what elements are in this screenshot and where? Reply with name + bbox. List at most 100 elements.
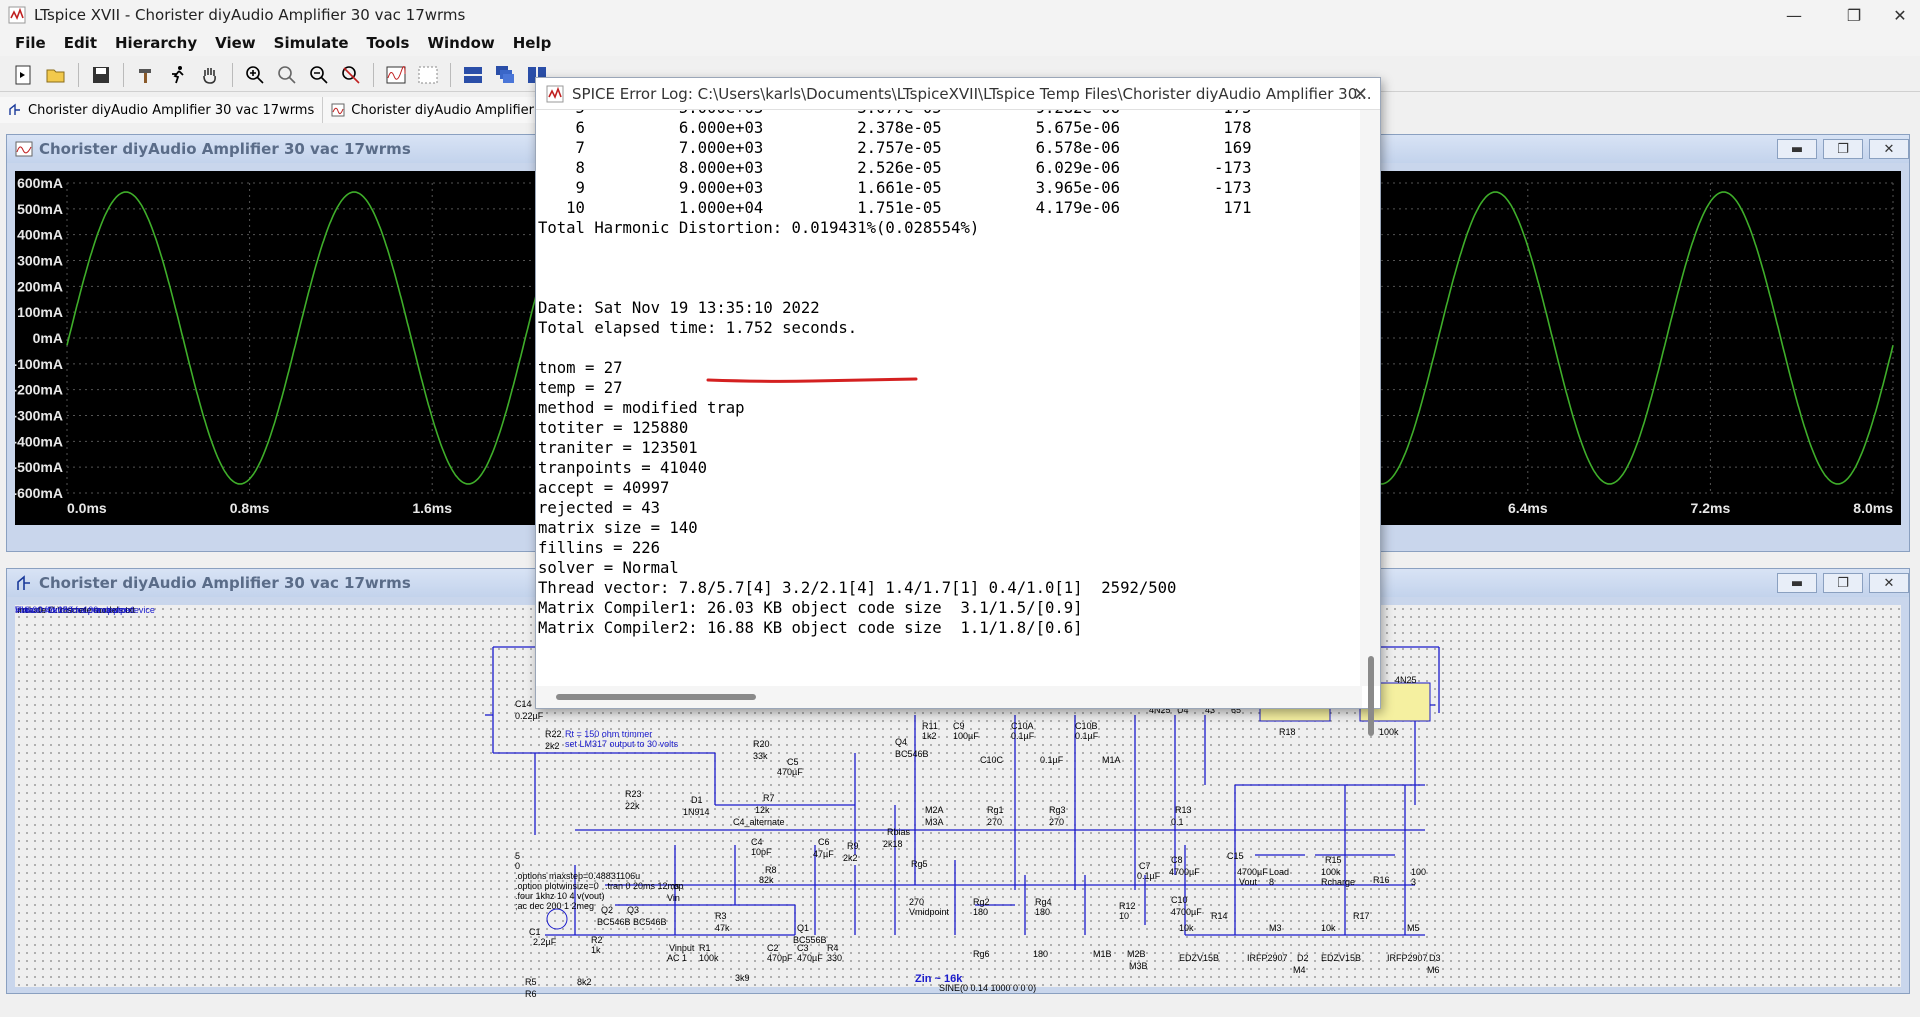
schematic-label[interactable]: M1A (1102, 755, 1121, 765)
control-panel-button[interactable] (132, 61, 160, 89)
schematic-label[interactable]: 10k (1179, 923, 1194, 933)
schematic-label[interactable]: 470µF (797, 953, 823, 963)
menu-hierarchy[interactable]: Hierarchy (106, 34, 206, 52)
schematic-label[interactable]: 0.1µF (1075, 731, 1098, 741)
schematic-label[interactable]: D3 (1429, 953, 1441, 963)
schematic-label[interactable]: R13 (1175, 805, 1192, 815)
close-button[interactable]: ✕ (1870, 0, 1920, 30)
schematic-label[interactable]: M3B (1129, 961, 1148, 971)
schematic-label[interactable]: C10A (1011, 721, 1034, 731)
error-log-vertical-scrollbar[interactable] (1360, 110, 1380, 736)
tile-horizontal-button[interactable] (459, 61, 487, 89)
cascade-button[interactable] (491, 61, 519, 89)
schematic-label[interactable]: Rbias (887, 827, 910, 837)
delete-trace-button[interactable] (414, 61, 442, 89)
schematic-label[interactable]: R4 (827, 943, 839, 953)
horizontal-scroll-thumb[interactable] (556, 694, 756, 700)
schematic-restore-button[interactable]: ❐ (1823, 573, 1863, 593)
schematic-label[interactable]: 470pF (767, 953, 793, 963)
open-button[interactable] (42, 61, 70, 89)
plot-restore-button[interactable]: ❐ (1823, 139, 1863, 159)
schematic-label[interactable]: .options maxstep=0.48831106u (515, 871, 640, 881)
schematic-label[interactable]: R17 (1353, 911, 1370, 921)
schematic-label[interactable]: R2 (591, 935, 603, 945)
schematic-label[interactable]: C7 (1139, 861, 1151, 871)
schematic-label[interactable]: 0.1µF (1040, 755, 1063, 765)
schematic-label[interactable]: C14 (515, 699, 532, 709)
schematic-label[interactable]: .option plotwinsize=0 (515, 881, 599, 891)
schematic-label[interactable]: set LM317 output to 30 volts (565, 739, 678, 749)
schematic-label[interactable]: R8 (765, 865, 777, 875)
menu-edit[interactable]: Edit (55, 34, 106, 52)
schematic-label[interactable]: = 4k00 for 050ma per device (15, 605, 129, 615)
vertical-scroll-thumb[interactable] (1368, 656, 1374, 736)
schematic-label[interactable]: 10k (1321, 923, 1336, 933)
schematic-label[interactable]: 100 (1411, 867, 1426, 877)
schematic-label[interactable]: Load (1269, 867, 1289, 877)
schematic-label[interactable]: 270 (1049, 817, 1064, 827)
schematic-label[interactable]: 470µF (777, 767, 803, 777)
schematic-label[interactable]: Q4 (895, 737, 907, 747)
schematic-label[interactable]: R22 (545, 729, 562, 739)
schematic-label[interactable]: Q2 (601, 905, 613, 915)
schematic-label[interactable]: EDZV15B (1179, 953, 1219, 963)
schematic-label[interactable]: 10pF (751, 847, 772, 857)
schematic-label[interactable]: 4N25 (1395, 675, 1417, 685)
save-button[interactable] (87, 61, 115, 89)
schematic-label[interactable]: BC546B (633, 917, 667, 927)
schematic-label[interactable]: AC 1 (667, 953, 687, 963)
schematic-label[interactable]: 0.1µF (1011, 731, 1034, 741)
new-schematic-button[interactable] (10, 61, 38, 89)
zoom-fit-button[interactable] (273, 61, 301, 89)
menu-help[interactable]: Help (504, 34, 561, 52)
schematic-label[interactable]: Vout (1239, 877, 1257, 887)
menu-file[interactable]: File (6, 34, 55, 52)
schematic-label[interactable]: 5 (515, 851, 520, 861)
schematic-label[interactable]: 100k (1321, 867, 1341, 877)
schematic-label[interactable]: 12k (755, 805, 770, 815)
schematic-label[interactable]: 330 (827, 953, 842, 963)
schematic-label[interactable]: Rg3 (1049, 805, 1066, 815)
schematic-label[interactable]: 0.1 (1171, 817, 1184, 827)
menu-simulate[interactable]: Simulate (265, 34, 358, 52)
schematic-label[interactable]: C1 (529, 927, 541, 937)
schematic-label[interactable]: Rcharge (1321, 877, 1355, 887)
voltage-source-symbol[interactable] (546, 908, 568, 930)
zoom-out-button[interactable] (305, 61, 333, 89)
schematic-label[interactable]: C10 (1171, 895, 1188, 905)
schematic-label[interactable]: 3k9 (735, 973, 750, 983)
schematic-label[interactable]: BC546B (597, 917, 631, 927)
schematic-label[interactable]: 0 (515, 861, 520, 871)
schematic-label[interactable]: Vin (667, 893, 680, 903)
schematic-label[interactable]: 4700µF (1169, 867, 1200, 877)
schematic-label[interactable]: D1 (691, 795, 703, 805)
schematic-label[interactable]: 2k2 (545, 741, 560, 751)
schematic-label[interactable]: R5 (525, 977, 537, 987)
schematic-label[interactable]: R11 (922, 721, 938, 731)
schematic-label[interactable]: Q3 (627, 905, 639, 915)
schematic-label[interactable]: R3 (715, 911, 727, 921)
schematic-label[interactable]: 82k (759, 875, 774, 885)
schematic-label[interactable]: Rg1 (987, 805, 1004, 815)
schematic-label[interactable]: 100k (1379, 727, 1399, 737)
schematic-label[interactable]: M2A (925, 805, 944, 815)
schematic-label[interactable]: 100k (699, 953, 719, 963)
schematic-label[interactable]: M5 (1407, 923, 1420, 933)
zoom-cancel-button[interactable] (337, 61, 365, 89)
schematic-label[interactable]: M3 (1269, 923, 1282, 933)
error-log-close-button[interactable]: ✕ (1353, 84, 1368, 105)
tab-schematic[interactable]: Chorister diyAudio Amplifier 30 vac 17wr… (0, 97, 324, 123)
schematic-label[interactable]: Rg2 (973, 897, 990, 907)
menu-view[interactable]: View (206, 34, 265, 52)
schematic-label[interactable]: 180 (1033, 949, 1048, 959)
schematic-label[interactable]: ;ac dec 200 1 2meg (515, 901, 594, 911)
schematic-label[interactable]: M3A (925, 817, 944, 827)
schematic-label[interactable]: C3 (797, 943, 809, 953)
schematic-label[interactable]: 180 (1035, 907, 1050, 917)
schematic-label[interactable]: R23 (625, 789, 642, 799)
schematic-close-button[interactable]: ✕ (1869, 573, 1909, 593)
schematic-label[interactable]: Rt = 150 ohm trimmer (565, 729, 652, 739)
schematic-label[interactable]: Vinput (669, 943, 694, 953)
error-log-text[interactable]: 5 5.000e+03 3.077e-05 9.282e-06 175 6 6.… (536, 110, 1362, 686)
schematic-label[interactable]: 8 (1269, 877, 1274, 887)
